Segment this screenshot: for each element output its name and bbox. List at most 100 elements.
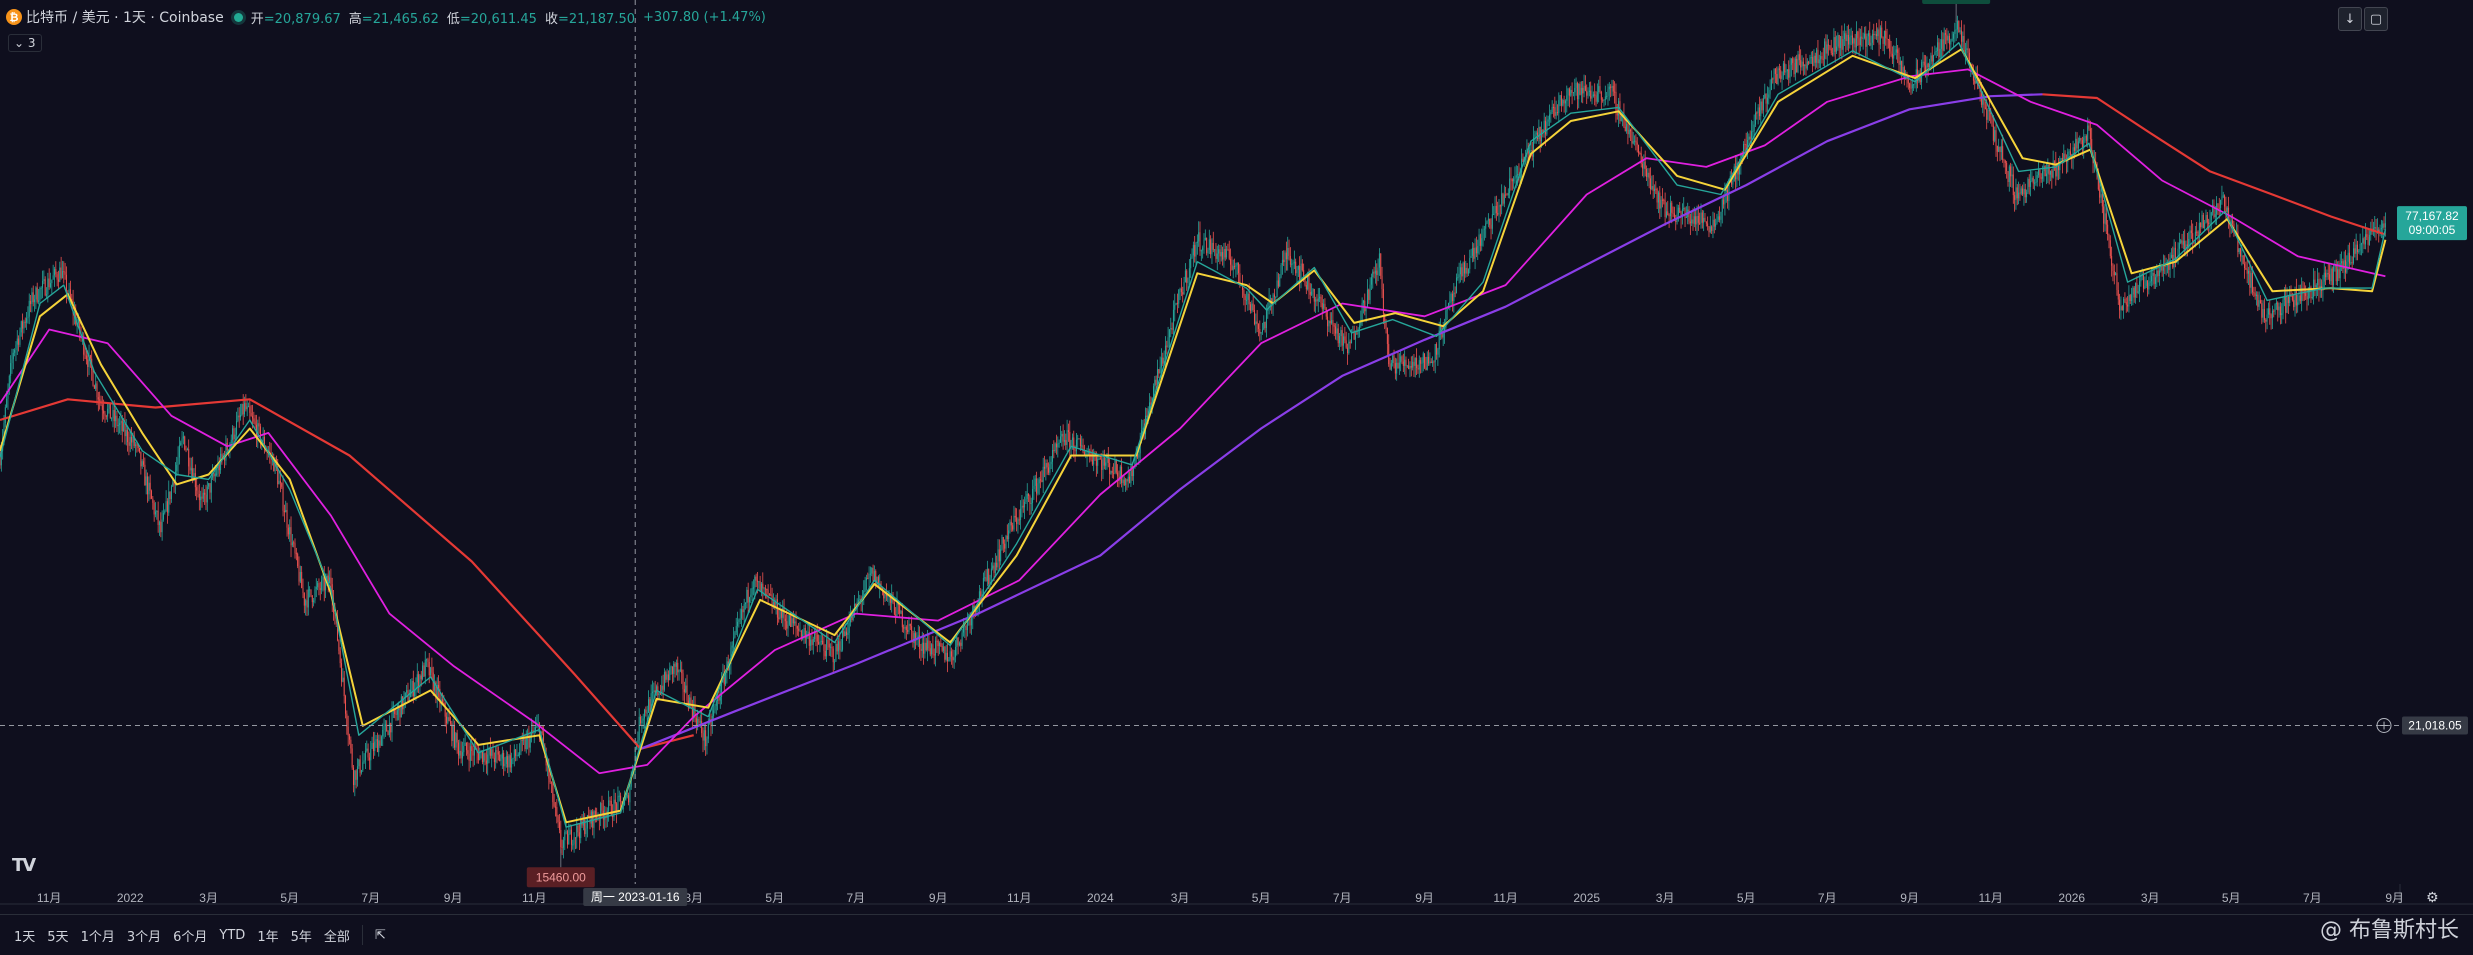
candle-body [1630, 129, 1632, 132]
indicators-toggle[interactable]: ⌄ 3 [8, 34, 42, 52]
candle-body [901, 610, 903, 628]
candle-body [451, 723, 453, 741]
candle-body [1341, 330, 1343, 346]
calendar-range-icon[interactable]: ⇱ [375, 928, 386, 943]
x-tick-label: 9月 [2385, 891, 2404, 905]
range-all-button[interactable]: 全部 [324, 926, 350, 945]
candle-body [1449, 301, 1451, 303]
candle-body [2221, 196, 2223, 201]
candle-body [2105, 213, 2107, 225]
candle-body [800, 630, 802, 638]
candle-body [115, 415, 117, 422]
candle-body [1477, 246, 1479, 254]
range-5d-button[interactable]: 5天 [47, 926, 68, 945]
range-1d-button[interactable]: 1天 [14, 926, 35, 945]
candle-body [2087, 125, 2089, 141]
candle-body [873, 571, 875, 581]
candle-body [1716, 219, 1718, 224]
candle-body [1044, 466, 1046, 469]
candle-body [2137, 291, 2139, 293]
candle-body [95, 383, 97, 389]
candle-body [810, 639, 812, 646]
price-chart[interactable]: 135,000.00120,000.00108,000.0096,000.008… [0, 0, 2473, 954]
candle-body [746, 589, 748, 603]
candle-body [1184, 270, 1186, 283]
candle-body [2254, 293, 2256, 296]
candle-body [154, 511, 156, 515]
range-5y-button[interactable]: 5年 [291, 926, 312, 945]
range-3m-button[interactable]: 3个月 [127, 926, 161, 945]
candle-body [2133, 287, 2135, 298]
candle-body [1321, 303, 1323, 309]
candle-body [412, 680, 414, 696]
candle-body [1362, 300, 1364, 303]
candle-body [141, 461, 143, 467]
candle-body [2251, 272, 2253, 293]
x-tick-label: 7月 [846, 891, 865, 905]
download-button[interactable]: ↓ [2338, 7, 2362, 31]
candle-body [674, 663, 676, 667]
candle-body [53, 269, 55, 276]
candle-body [1377, 267, 1379, 276]
candle-body [2104, 213, 2106, 224]
candle-body [2224, 195, 2226, 207]
candle-body [283, 510, 285, 513]
candle-body [1273, 294, 1275, 298]
candle-body [59, 267, 61, 282]
candle-body [2201, 214, 2203, 228]
candle-body [517, 754, 519, 756]
candle-body [1191, 255, 1193, 258]
candle-body [2156, 270, 2158, 278]
range-1m-button[interactable]: 1个月 [81, 926, 115, 945]
candle-body [1882, 37, 1884, 44]
candle-body [516, 755, 518, 757]
candle-body [2162, 265, 2164, 271]
candle-body [491, 749, 493, 756]
candle-body [107, 408, 109, 417]
candle-body [213, 473, 215, 477]
candle-body [1628, 129, 1630, 135]
range-ytd-button[interactable]: YTD [219, 928, 245, 943]
candle-body [1374, 270, 1376, 274]
candle-body [2363, 238, 2365, 245]
candle-body [2136, 283, 2138, 293]
ohlc-open: 开=20,879.67 [250, 11, 341, 27]
candle-body [1388, 343, 1390, 365]
candle-body [1350, 331, 1352, 344]
candle-body [2193, 242, 2195, 244]
candle-body [1479, 234, 1481, 246]
candle-body [818, 641, 820, 645]
range-1y-button[interactable]: 1年 [257, 926, 278, 945]
time-axis[interactable]: 11月 2022 3月 5月 7月 9月 11月 3月 5月 7月 9月 11月 2024 3月 5月 7月 9… [0, 891, 2473, 905]
candle-body [927, 640, 929, 650]
candle-body [1287, 247, 1289, 260]
candle-body [552, 783, 554, 803]
candle-body [1109, 463, 1111, 475]
candle-body [420, 675, 422, 680]
candle-body [1845, 33, 1847, 42]
candle-body [2294, 289, 2296, 308]
candle-body [2153, 273, 2155, 284]
candle-body [1610, 86, 1612, 88]
candle-body [872, 567, 874, 581]
candle-body [447, 717, 449, 724]
candle-body [1587, 91, 1589, 96]
candle-body [1356, 333, 1358, 335]
candle-body [842, 630, 844, 650]
candle-body [1538, 126, 1540, 139]
range-6m-button[interactable]: 6个月 [173, 926, 207, 945]
candle-body [1236, 262, 1238, 266]
candle-body [1713, 219, 1715, 227]
candle-body [1053, 450, 1055, 452]
candle-body [120, 420, 122, 424]
candle-body [1206, 237, 1208, 254]
candle-body [26, 318, 28, 323]
gear-icon[interactable]: ⚙ [2426, 890, 2439, 906]
candle-body [463, 745, 465, 753]
candle-body [1582, 87, 1584, 94]
symbol-title[interactable]: 比特币 / 美元 · 1天 · Coinbase [26, 7, 224, 27]
candle-body [1547, 119, 1549, 122]
screenshot-button[interactable]: ▢ [2364, 7, 2388, 31]
candle-body [262, 436, 264, 442]
candle-body [665, 672, 667, 680]
